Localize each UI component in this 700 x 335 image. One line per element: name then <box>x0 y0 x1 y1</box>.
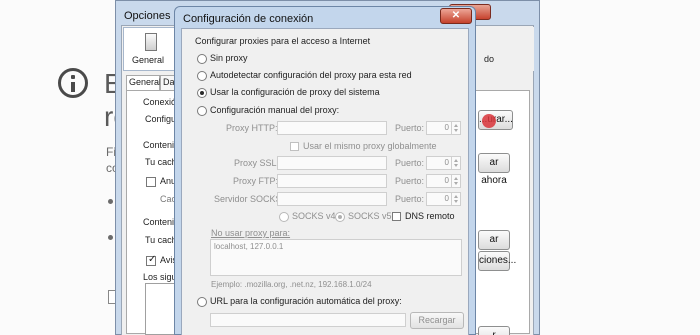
info-icon <box>58 68 88 98</box>
no-proxy-example: Ejemplo: .mozilla.org, .net.nz, 192.168.… <box>211 280 372 289</box>
radio-system-proxy[interactable] <box>197 88 207 98</box>
same-proxy-label: Usar el mismo proxy globalmente <box>303 141 437 151</box>
ftp-port-label: Puerto: <box>395 176 425 186</box>
radio-auto-config-url-label: URL para la configuración automática del… <box>210 296 402 306</box>
radio-autodetect-label: Autodetectar configuración del proxy par… <box>210 70 412 80</box>
no-proxy-for-label: No usar proxy para: <box>211 228 291 238</box>
bullet-icon <box>108 199 113 204</box>
no-proxy-for-value: localhost, 127.0.0.1 <box>214 242 284 251</box>
radio-socks-v5-label: SOCKS v5 <box>348 211 392 221</box>
subtab-general[interactable]: General <box>126 75 161 91</box>
spinner-icon[interactable] <box>451 193 460 205</box>
spinner-icon[interactable] <box>451 175 460 187</box>
radio-auto-config-url[interactable] <box>197 297 207 307</box>
toolbar-tab-general-label: General <box>132 55 165 65</box>
cursor-highlight-icon <box>482 114 496 128</box>
dialog-body: Configurar proxies para el acceso a Inte… <box>181 28 469 335</box>
http-port-input[interactable]: 0 <box>426 121 461 135</box>
warn-checkbox[interactable] <box>146 254 156 266</box>
radio-autodetect[interactable] <box>197 71 207 81</box>
radio-no-proxy-label: Sin proxy <box>210 53 248 63</box>
options-window-title: Opciones <box>124 10 171 22</box>
spinner-icon[interactable] <box>451 157 460 169</box>
toolbar-tab-advanced[interactable]: do <box>482 27 534 71</box>
general-switch-icon <box>145 33 157 51</box>
remove-button[interactable]: r ahora <box>478 326 510 335</box>
ssl-proxy-label: Proxy SSL: <box>234 158 280 168</box>
reload-button[interactable]: Recargar <box>410 312 464 329</box>
socks-port-label: Puerto: <box>395 194 425 204</box>
bullet-icon <box>108 235 113 240</box>
toolbar-tab-general[interactable]: General <box>123 27 175 71</box>
ssl-proxy-input[interactable] <box>277 156 387 170</box>
radio-no-proxy[interactable] <box>197 54 207 64</box>
dialog-close-button[interactable]: ✕ <box>440 8 472 24</box>
ftp-port-value: 0 <box>444 176 449 185</box>
remote-dns-label: DNS remoto <box>405 211 455 221</box>
clear-offline-button[interactable]: ar ahora <box>478 230 510 263</box>
connection-settings-dialog: Configuración de conexión ✕ Configurar p… <box>174 6 476 335</box>
radio-manual-proxy[interactable] <box>197 106 207 116</box>
exceptions-button[interactable]: ciones... <box>478 251 516 271</box>
http-proxy-label: Proxy HTTP: <box>226 123 278 133</box>
same-proxy-checkbox[interactable] <box>290 142 299 151</box>
ftp-port-input[interactable]: 0 <box>426 174 461 188</box>
ssl-port-value: 0 <box>444 158 449 167</box>
socks-port-input[interactable]: 0 <box>426 192 461 206</box>
ftp-proxy-label: Proxy FTP: <box>233 176 279 186</box>
ftp-proxy-input[interactable] <box>277 174 387 188</box>
socks-host-input[interactable] <box>277 192 387 206</box>
radio-socks-v4[interactable] <box>279 212 289 222</box>
radio-manual-proxy-label: Configuración manual del proxy: <box>210 105 340 115</box>
ssl-port-label: Puerto: <box>395 158 425 168</box>
socks-host-label: Servidor SOCKS: <box>214 194 285 204</box>
http-proxy-input[interactable] <box>277 121 387 135</box>
socks-port-value: 0 <box>444 194 449 203</box>
clear-cache-button[interactable]: ar ahora <box>478 153 510 186</box>
radio-socks-v5[interactable] <box>335 212 345 222</box>
radio-socks-v4-label: SOCKS v4 <box>292 211 336 221</box>
proxy-section-label: Configurar proxies para el acceso a Inte… <box>195 36 371 46</box>
remote-dns-checkbox[interactable] <box>392 212 401 221</box>
toolbar-tab-advanced-label: do <box>484 54 495 64</box>
dialog-title: Configuración de conexión <box>183 13 314 25</box>
ssl-port-input[interactable]: 0 <box>426 156 461 170</box>
spinner-icon[interactable] <box>451 122 460 134</box>
http-port-value: 0 <box>444 123 449 132</box>
auto-config-url-input[interactable] <box>210 313 406 327</box>
http-port-label: Puerto: <box>395 123 425 133</box>
override-cache-checkbox[interactable] <box>146 177 156 187</box>
radio-system-proxy-label: Usar la configuración de proxy del siste… <box>210 87 380 97</box>
no-proxy-for-textarea[interactable]: localhost, 127.0.0.1 <box>210 239 462 276</box>
